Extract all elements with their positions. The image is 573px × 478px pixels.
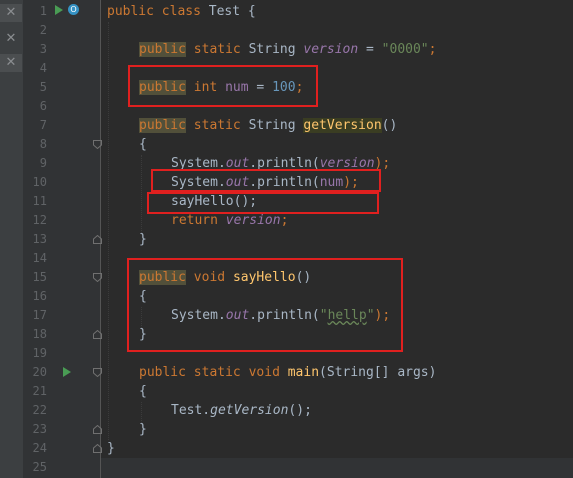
code-line-9[interactable]: System.out.println(version); — [171, 154, 390, 173]
line-number: 21 — [32, 384, 47, 398]
fold-icon[interactable] — [93, 425, 102, 434]
code-line-22[interactable]: Test.getVersion(); — [171, 401, 312, 420]
close-icon[interactable]: ✕ — [0, 4, 22, 22]
line-number: 22 — [32, 403, 47, 417]
line-number: 23 — [32, 422, 47, 436]
fold-icon[interactable] — [93, 235, 102, 244]
line-number: 8 — [39, 137, 47, 151]
code-line-11[interactable]: sayHello(); — [171, 192, 257, 211]
override-icon[interactable]: O — [68, 4, 79, 15]
line-number: 1 — [39, 4, 47, 18]
line-number: 10 — [32, 175, 47, 189]
code-line-17[interactable]: System.out.println("hellp"); — [171, 306, 390, 325]
code-line-20[interactable]: public static void main(String[] args) — [139, 363, 436, 382]
code-line-12[interactable]: return version; — [171, 211, 288, 230]
indent-guide — [108, 22, 109, 440]
code-line-5[interactable]: public int num = 100; — [139, 78, 303, 97]
run-icon[interactable] — [63, 367, 71, 377]
code-line-16[interactable]: { — [139, 287, 147, 306]
code-line-24[interactable]: } — [107, 439, 115, 458]
line-number: 16 — [32, 289, 47, 303]
code-line-15[interactable]: public void sayHello() — [139, 268, 311, 287]
fold-icon[interactable] — [93, 140, 102, 149]
code-line-3[interactable]: public static String version = "0000"; — [139, 40, 436, 59]
line-number: 18 — [32, 327, 47, 341]
code-line-13[interactable]: } — [139, 230, 147, 249]
line-number: 13 — [32, 232, 47, 246]
line-number: 15 — [32, 270, 47, 284]
code-line-8[interactable]: { — [139, 135, 147, 154]
code-line-7[interactable]: public static String getVersion() — [139, 116, 397, 135]
code-line-18[interactable]: } — [139, 325, 147, 344]
line-number: 3 — [39, 42, 47, 56]
editor-bottom-bar — [101, 458, 573, 478]
line-number: 5 — [39, 80, 47, 94]
run-icon[interactable] — [55, 5, 63, 15]
line-number: 25 — [32, 460, 47, 474]
code-line-10[interactable]: System.out.println(num); — [171, 173, 359, 192]
fold-icon[interactable] — [93, 368, 102, 377]
fold-icon[interactable] — [93, 273, 102, 282]
close-icon[interactable]: ✕ — [0, 54, 22, 72]
line-number: 9 — [39, 156, 47, 170]
close-icon[interactable]: ✕ — [0, 30, 22, 48]
line-number: 12 — [32, 213, 47, 227]
code-line-21[interactable]: { — [139, 382, 147, 401]
line-number: 7 — [39, 118, 47, 132]
line-number: 17 — [32, 308, 47, 322]
code-line-23[interactable]: } — [139, 420, 147, 439]
line-number: 6 — [39, 99, 47, 113]
line-number: 2 — [39, 23, 47, 37]
indent-guide — [141, 155, 142, 235]
fold-icon[interactable] — [93, 330, 102, 339]
line-number: 14 — [32, 251, 47, 265]
code-line-1[interactable]: public class Test { — [107, 2, 256, 21]
line-number: 24 — [32, 441, 47, 455]
fold-icon[interactable] — [93, 444, 102, 453]
line-number: 11 — [32, 194, 47, 208]
line-number: 20 — [32, 365, 47, 379]
tool-tab-strip: ✕ ✕ ✕ — [0, 0, 23, 478]
line-number: 4 — [39, 61, 47, 75]
line-number: 19 — [32, 346, 47, 360]
